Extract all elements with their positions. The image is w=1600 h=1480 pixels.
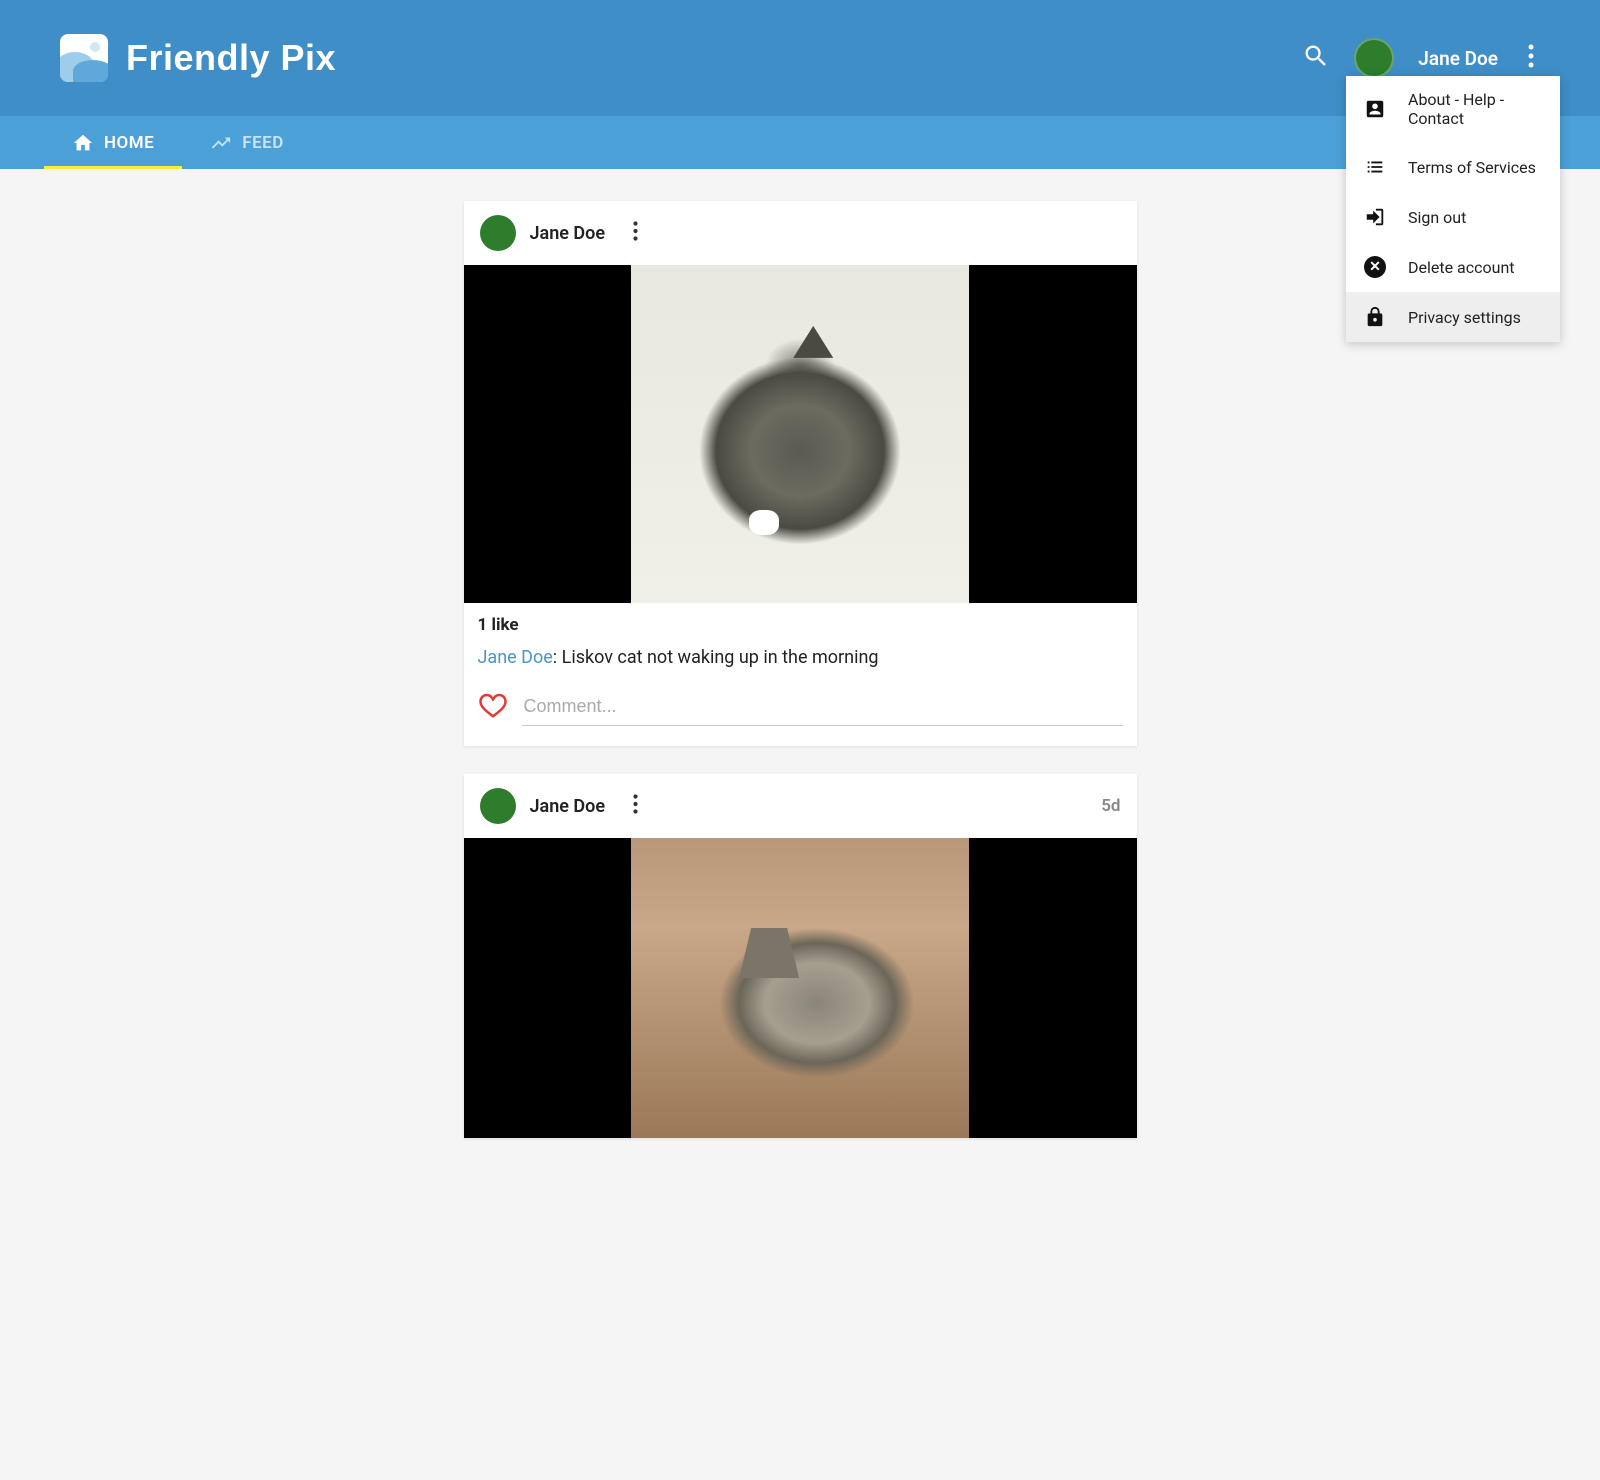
tab-home-label: HOME [104,133,154,153]
menu-signout[interactable]: Sign out [1346,192,1560,242]
menu-item-label: Privacy settings [1408,308,1521,327]
user-dropdown-menu: About - Help - Contact Terms of Services… [1346,76,1560,342]
exit-icon [1364,206,1386,228]
menu-item-label: Delete account [1408,258,1515,277]
header-right: Jane Doe [1302,38,1540,78]
menu-delete-account[interactable]: ✕ Delete account [1346,242,1560,292]
post-body: 1 like Jane Doe: Liskov cat not waking u… [464,603,1137,684]
menu-item-label: Sign out [1408,208,1466,227]
caption-text: Liskov cat not waking up in the morning [562,647,879,668]
post-author-avatar[interactable] [480,788,516,824]
post-image[interactable] [464,838,1137,1138]
caption-author-link[interactable]: Jane Doe [478,647,553,668]
logo-wrap[interactable]: Friendly Pix [60,34,336,82]
post-actions [464,684,1137,746]
tab-feed[interactable]: FEED [182,116,312,169]
likes-count[interactable]: 1 like [478,615,1123,635]
search-icon[interactable] [1302,42,1330,74]
logo-icon [60,34,108,82]
comment-input[interactable] [522,688,1123,726]
tab-feed-label: FEED [242,133,284,153]
user-avatar[interactable] [1354,38,1394,78]
post-more-icon[interactable] [627,794,644,818]
account-box-icon [1364,98,1386,120]
heart-icon [478,690,508,720]
trending-icon [210,132,232,154]
home-icon [72,132,94,154]
menu-about[interactable]: About - Help - Contact [1346,76,1560,142]
post-header: Jane Doe [464,201,1137,265]
post-more-icon[interactable] [627,221,644,245]
post-author-name[interactable]: Jane Doe [530,796,606,817]
cat-photo [631,838,969,1138]
post-caption: Jane Doe: Liskov cat not waking up in th… [478,647,1123,668]
post-time: 5d [1101,796,1120,816]
post-author-avatar[interactable] [480,215,516,251]
tab-home[interactable]: HOME [44,116,182,169]
menu-privacy-settings[interactable]: Privacy settings [1346,292,1560,342]
caption-separator: : [553,647,562,668]
menu-item-label: About - Help - Contact [1408,90,1542,128]
user-name-label[interactable]: Jane Doe [1418,47,1498,70]
menu-item-label: Terms of Services [1408,158,1536,177]
post-card: Jane Doe 5d [464,774,1137,1138]
post-header: Jane Doe 5d [464,774,1137,838]
app-title: Friendly Pix [126,37,336,79]
list-icon [1364,156,1386,178]
post-card: Jane Doe 1 like Jane Doe: Liskov cat not… [464,201,1137,746]
post-author-name[interactable]: Jane Doe [530,223,606,244]
cat-photo [631,265,969,603]
cancel-icon: ✕ [1364,256,1386,278]
menu-terms[interactable]: Terms of Services [1346,142,1560,192]
post-image[interactable] [464,265,1137,603]
like-button[interactable] [478,690,508,724]
lock-icon [1364,306,1386,328]
header-more-icon[interactable] [1522,44,1540,72]
